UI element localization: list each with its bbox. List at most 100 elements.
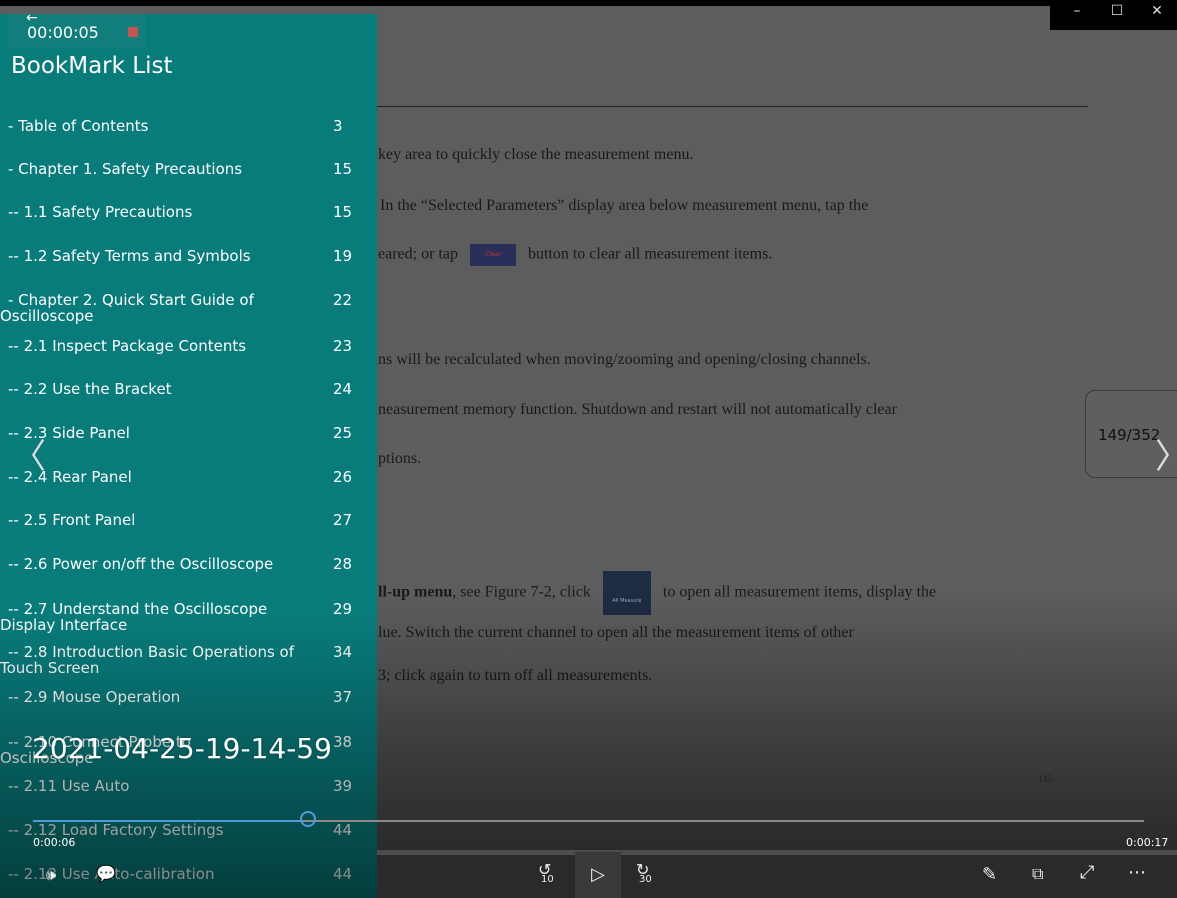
bookmark-item-label-line: Display Interface — [0, 616, 128, 634]
title-strip — [0, 0, 1177, 6]
doc-line-6: ptions. — [378, 450, 422, 467]
doc-line-7-mid: , see Figure 7-2, click — [452, 583, 591, 601]
bookmark-item-page: 15 — [333, 203, 353, 221]
bookmark-item-label-line: -- 1.2 Safety Terms and Symbols — [8, 247, 251, 265]
previous-page-arrow-icon[interactable]: 〈 — [12, 440, 46, 474]
seek-thumb[interactable] — [300, 811, 316, 827]
clear-button-image: Clear — [469, 244, 516, 266]
recording-time: 00:00:05 — [27, 23, 99, 42]
bookmark-item-label: -- 2.9 Mouse Operation — [8, 689, 330, 705]
bookmark-item-label: -- 1.2 Safety Terms and Symbols — [8, 248, 330, 264]
doc-line-4: ns will be recalculated when moving/zoom… — [378, 351, 871, 368]
bookmark-item-page: 34 — [333, 643, 353, 661]
window-controls: – ☐ ✕ — [1050, 0, 1177, 30]
bookmark-item-page: 25 — [333, 424, 353, 442]
volume-icon[interactable]: 🕪 — [46, 867, 56, 883]
bookmark-item-page: 39 — [333, 777, 353, 795]
media-player-window: key area to quickly close the measuremen… — [0, 0, 1177, 898]
bookmark-item-page: 23 — [333, 337, 353, 355]
bookmark-item-label: -- 2.5 Front Panel — [8, 512, 330, 528]
bookmark-item-label: -- 2.2 Use the Bracket — [8, 381, 330, 397]
bookmark-item-label: - Table of Contents — [8, 118, 330, 134]
bookmark-item-label-line: -- 2.5 Front Panel — [8, 511, 136, 529]
bookmark-item-label-line: -- 2.13 Use Auto-calibration — [8, 865, 215, 883]
all-measure-button-image: All Measure — [602, 571, 651, 615]
stop-icon[interactable] — [128, 27, 138, 37]
pen-icon[interactable]: ✎ — [982, 866, 997, 884]
bookmark-item-label: -- 2.13 Use Auto-calibration — [8, 866, 330, 882]
bookmark-item-label-line: - Chapter 1. Safety Precautions — [8, 160, 243, 178]
doc-line-3: eared; or tap Clear button to clear all … — [378, 244, 772, 266]
header-rule — [376, 106, 1088, 107]
bookmark-item-label-line: -- 2.8 Introduction Basic Operations of — [8, 643, 294, 661]
page-number: 135 — [1038, 774, 1052, 784]
bookmark-item-page: 37 — [333, 688, 353, 706]
doc-line-5: neasurement memory function. Shutdown an… — [378, 401, 897, 418]
doc-line-8: lue. Switch the current channel to open … — [378, 624, 854, 641]
bookmark-item-label-line: -- 2.11 Use Auto — [8, 777, 130, 795]
bookmark-item-label-line: -- 2.7 Understand the Oscilloscope — [8, 600, 268, 618]
doc-line-1: key area to quickly close the measuremen… — [378, 146, 694, 163]
forward-30-button[interactable]: ↻ 30 — [636, 862, 660, 888]
bookmark-item-label-line: - Chapter 2. Quick Start Guide of — [8, 291, 254, 309]
bookmark-item-page: 38 — [333, 733, 353, 751]
doc-line-3-end: button to clear all measurement items. — [527, 245, 773, 263]
play-button[interactable]: ▷ — [575, 852, 621, 898]
bookmark-item-label: -- 2.11 Use Auto — [8, 778, 330, 794]
bookmark-item-label: -- 2.7 Understand the Oscilloscope Displa… — [0, 600, 330, 633]
doc-line-3-start: eared; or tap — [378, 245, 458, 263]
bookmark-item-label-line: -- 2.2 Use the Bracket — [8, 380, 172, 398]
bookmark-item-page: 15 — [333, 160, 353, 178]
miniview-icon[interactable]: ⧉ — [1032, 866, 1043, 882]
overlay-timestamp: 2021-04-25-19-14-59 — [32, 732, 332, 765]
captions-icon[interactable]: 💬 — [96, 866, 116, 882]
more-options-icon[interactable]: ⋯ — [1128, 864, 1146, 882]
seek-bar-progress — [33, 820, 300, 822]
bookmark-item-label-line: Touch Screen — [0, 659, 100, 677]
bookmark-item-label-line: -- 2.1 Inspect Package Contents — [8, 337, 247, 355]
next-page-arrow-icon[interactable]: 〉 — [1155, 440, 1177, 474]
bookmark-item-page: 19 — [333, 247, 353, 265]
bookmark-item-label-line: -- 2.9 Mouse Operation — [8, 688, 181, 706]
rewind-10-button[interactable]: ↺ 10 — [538, 862, 562, 888]
bookmark-item-page: 28 — [333, 555, 353, 573]
total-time: 0:00:17 — [1126, 836, 1169, 849]
bookmark-item-label: -- 1.1 Safety Precautions — [8, 204, 330, 220]
bookmark-item-label: -- 2.6 Power on/off the Oscilloscope — [8, 556, 330, 572]
rewind-10-label: 10 — [541, 874, 554, 885]
maximize-button[interactable]: ☐ — [1097, 0, 1137, 26]
bookmark-item-label-line: - Table of Contents — [8, 117, 149, 135]
bookmark-item-label: - Chapter 1. Safety Precautions — [8, 161, 330, 177]
doc-line-7: ll-up menu, see Figure 7-2, click All Me… — [378, 571, 936, 615]
doc-line-9: 3; click again to turn off all measureme… — [378, 667, 653, 684]
bookmark-item-label-line: -- 2.3 Side Panel — [8, 424, 130, 442]
bookmark-item-label: -- 2.3 Side Panel — [8, 425, 330, 441]
close-button[interactable]: ✕ — [1137, 0, 1177, 26]
bookmark-list-title: BookMark List — [11, 53, 173, 79]
bookmark-item-page: 24 — [333, 380, 353, 398]
bookmark-item-page: 44 — [333, 821, 353, 839]
current-time: 0:00:06 — [33, 836, 76, 849]
bookmark-sidebar: ← 00:00:05 BookMark List - Table of Cont… — [0, 14, 377, 898]
bookmark-item-page: 22 — [333, 291, 353, 309]
bookmark-item-label: -- 2.4 Rear Panel — [8, 469, 330, 485]
seek-bar[interactable] — [33, 820, 1144, 822]
bookmark-item-label-line: -- 2.4 Rear Panel — [8, 468, 132, 486]
fullscreen-icon[interactable]: ⤢ — [1080, 864, 1094, 882]
doc-line-7-bold: ll-up menu — [378, 583, 453, 601]
minimize-button[interactable]: – — [1057, 0, 1097, 26]
doc-line-2: In the “Selected Parameters” display are… — [380, 197, 869, 214]
forward-30-label: 30 — [639, 874, 652, 885]
control-bar — [377, 855, 1177, 898]
bookmark-item-label: - Chapter 2. Quick Start Guide of Oscillo… — [0, 291, 330, 324]
bookmark-item-label-line: Oscilloscope — [0, 307, 94, 325]
bookmark-item-label: -- 2.8 Introduction Basic Operations of T… — [0, 643, 330, 676]
bookmark-item-page: 3 — [333, 117, 343, 135]
bookmark-item-page: 44 — [333, 865, 353, 883]
recording-indicator: ← 00:00:05 — [8, 14, 146, 48]
bookmark-item-page: 29 — [333, 600, 353, 618]
doc-line-7-end: to open all measurement items, display t… — [662, 583, 937, 601]
bookmark-item-label: -- 2.1 Inspect Package Contents — [8, 338, 330, 354]
bookmark-item-page: 27 — [333, 511, 353, 529]
bookmark-item-page: 26 — [333, 468, 353, 486]
